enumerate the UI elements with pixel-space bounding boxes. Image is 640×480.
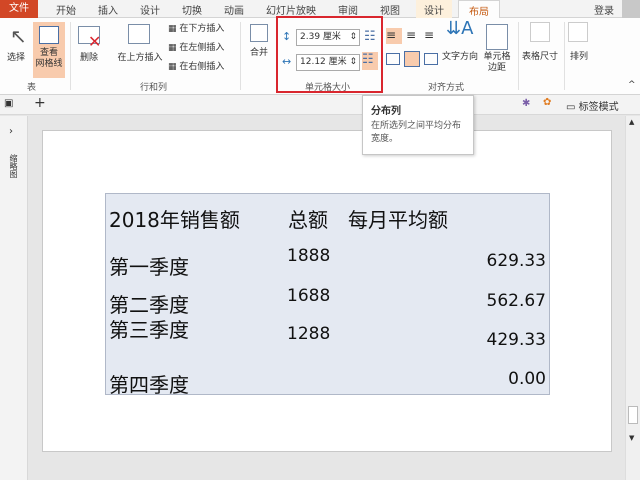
- tooltip: 分布列 在所选列之间平均分布宽度。: [362, 95, 474, 155]
- tab-home[interactable]: 开始: [56, 2, 76, 17]
- distribute-rows-icon[interactable]: ☷: [364, 29, 376, 44]
- insert-below-button[interactable]: ▦ 在下方插入: [168, 24, 224, 35]
- group-label-cell-size: 单元格大小: [305, 83, 351, 93]
- table-size-button[interactable]: 表格尺寸: [518, 52, 562, 63]
- sales-table[interactable]: 2018年销售额 总额 每月平均额 第一季度 1888 629.33 第二季度 …: [105, 193, 550, 398]
- arrange-button[interactable]: 排列: [566, 52, 592, 63]
- table-cell[interactable]: 562.67: [487, 291, 546, 311]
- tab-insert[interactable]: 插入: [98, 2, 118, 17]
- select-button[interactable]: 选择: [3, 53, 29, 64]
- cursor-icon: ↖: [10, 24, 27, 48]
- align-right-icon[interactable]: ≡: [424, 28, 434, 42]
- tab-animations[interactable]: 动画: [224, 2, 244, 17]
- tag-mode-button[interactable]: ▭ 标签模式: [566, 98, 619, 113]
- avatar[interactable]: [622, 0, 640, 18]
- add-icon[interactable]: +: [34, 95, 46, 111]
- table-cell[interactable]: 1688: [287, 286, 330, 306]
- group-label-rows-cols: 行和列: [140, 83, 168, 93]
- insert-left-button[interactable]: ▦ 在左侧插入: [168, 43, 224, 54]
- table-cell[interactable]: 第三季度: [109, 314, 189, 343]
- tab-slideshow[interactable]: 幻灯片放映: [266, 2, 316, 17]
- arrange-icon: [568, 22, 588, 42]
- height-icon: ↕: [282, 30, 292, 43]
- expand-icon[interactable]: ›: [9, 126, 13, 137]
- tooltip-title: 分布列: [371, 106, 401, 117]
- scroll-down-icon[interactable]: ▼: [629, 434, 634, 442]
- tab-transitions[interactable]: 切换: [182, 2, 202, 17]
- text-direction-button[interactable]: 文字方向: [438, 52, 482, 63]
- width-value: 12.12 厘米: [300, 57, 347, 67]
- insert-below-label: 在下方插入: [179, 24, 225, 34]
- insert-above-button[interactable]: 在上方插入: [112, 53, 168, 64]
- header-cell[interactable]: 2018年销售额: [109, 204, 240, 233]
- table-size-icon: [530, 22, 550, 42]
- width-input[interactable]: 12.12 厘米 ⇕: [296, 54, 360, 71]
- width-icon: ↔: [282, 55, 292, 68]
- magic-icon[interactable]: ✱: [522, 98, 530, 109]
- tooltip-body: 在所选列之间平均分布宽度。: [371, 121, 462, 144]
- tab-table-design[interactable]: 设计: [416, 0, 452, 18]
- table-cell[interactable]: 1888: [287, 246, 330, 266]
- thumbnails-label[interactable]: 缩略图: [8, 154, 18, 178]
- insert-above-icon: [128, 24, 150, 44]
- quick-toolbar: ▣ + ✱ ✿ ▭ 标签模式: [0, 95, 640, 115]
- align-bottom-icon[interactable]: [424, 53, 438, 65]
- merge-icon: [250, 24, 268, 42]
- scroll-thumb[interactable]: [628, 406, 638, 424]
- cell-margins-icon: [486, 24, 508, 50]
- table-cell[interactable]: 429.33: [487, 330, 546, 350]
- insert-right-label: 在右侧插入: [179, 62, 225, 72]
- tab-view[interactable]: 视图: [380, 2, 400, 17]
- align-middle-icon[interactable]: [404, 51, 420, 67]
- scroll-up-icon[interactable]: ▲: [629, 118, 634, 126]
- align-top-icon[interactable]: [386, 53, 400, 65]
- height-input[interactable]: 2.39 厘米 ⇕: [296, 29, 360, 46]
- vertical-scrollbar[interactable]: ▲ ▼: [625, 116, 640, 480]
- height-value: 2.39 厘米: [300, 32, 341, 42]
- merge-button[interactable]: 合并: [246, 48, 272, 59]
- side-panel: › 缩略图: [0, 116, 28, 480]
- align-left-icon[interactable]: ≡: [386, 28, 402, 44]
- tab-review[interactable]: 审阅: [338, 2, 358, 17]
- table-cell[interactable]: 第一季度: [109, 251, 189, 280]
- table-cell[interactable]: 第四季度: [109, 369, 189, 398]
- tab-design[interactable]: 设计: [140, 2, 160, 17]
- table-cell[interactable]: 629.33: [487, 251, 546, 271]
- page-icon[interactable]: ▣: [4, 98, 13, 109]
- x-icon: ✕: [88, 32, 102, 51]
- tab-file[interactable]: 文件: [0, 0, 38, 18]
- group-label-alignment: 对齐方式: [428, 83, 465, 93]
- insert-left-label: 在左侧插入: [179, 43, 225, 53]
- table-cell[interactable]: 0.00: [508, 369, 546, 389]
- table-cell[interactable]: 1288: [287, 324, 330, 344]
- align-center-icon[interactable]: ≡: [406, 28, 416, 42]
- delete-button[interactable]: 删除: [76, 53, 102, 64]
- tag-mode-label: 标签模式: [578, 102, 619, 113]
- group-label-table: 表: [27, 83, 37, 93]
- text-direction-icon: ⇊A: [446, 18, 474, 39]
- login-link[interactable]: 登录: [594, 2, 614, 17]
- insert-right-button[interactable]: ▦ 在右侧插入: [168, 62, 224, 73]
- gear-icon[interactable]: ✿: [543, 97, 551, 108]
- tab-layout[interactable]: 布局: [458, 0, 500, 19]
- grid-icon: [39, 26, 59, 44]
- header-cell[interactable]: 总额: [288, 204, 328, 233]
- header-cell[interactable]: 每月平均额: [348, 204, 448, 233]
- collapse-ribbon-icon[interactable]: ^: [628, 80, 636, 90]
- view-gridlines-button[interactable]: 查看 网格线: [33, 22, 65, 78]
- ribbon: ↖ 选择 查看 网格线 ✕ 删除 在上方插入 ▦ 在下方插入 ▦ 在左侧插入 ▦…: [0, 16, 640, 95]
- cell-margins-button[interactable]: 单元格 边距: [482, 52, 512, 74]
- distribute-columns-icon[interactable]: ☷: [362, 52, 378, 70]
